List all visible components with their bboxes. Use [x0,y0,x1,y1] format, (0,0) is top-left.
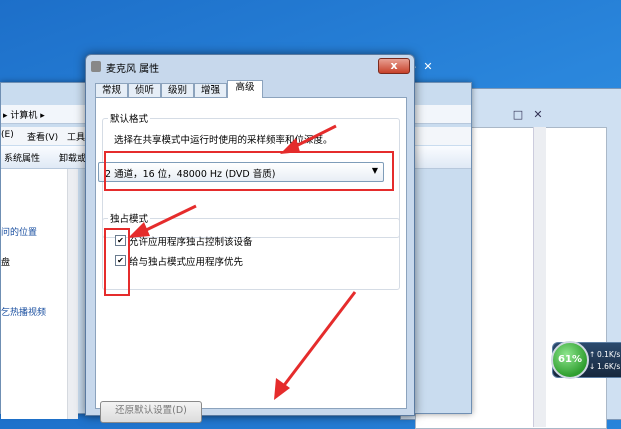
restore-defaults-button[interactable]: 还原默认设置(D) [100,401,202,423]
network-meter-gadget: 61% ↑ 0.1K/s ↓ 1.6K/s [551,341,621,379]
download-rate: 1.6K/s [597,362,621,371]
annotation-arrow-1 [280,124,337,154]
tab-advanced[interactable]: 高级 [227,80,263,98]
upload-rate: 0.1K/s [597,350,621,359]
annotation-arrow-3 [274,291,357,400]
annotation-arrows [128,124,357,400]
network-usage-gauge: 61% [551,341,589,379]
download-arrow-icon: ↓ [589,362,596,371]
upload-arrow-icon: ↑ [589,350,596,359]
annotation-arrow-2 [128,204,197,238]
